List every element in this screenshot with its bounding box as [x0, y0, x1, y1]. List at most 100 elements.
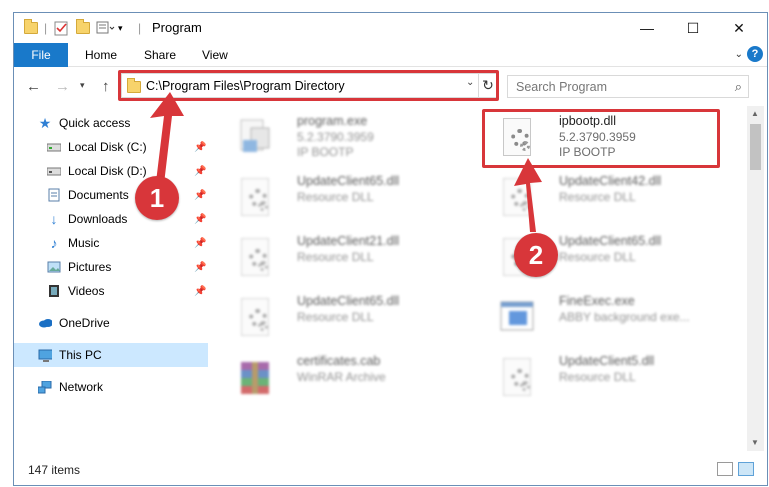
navigation-bar: ← → ▾ ↑ C:\Program Files\Program Directo… — [14, 68, 767, 104]
details-view-icon[interactable] — [717, 462, 733, 476]
sidebar-item-videos[interactable]: Videos 📌 — [14, 279, 208, 303]
drive-icon — [47, 164, 61, 178]
chevron-down-icon[interactable]: ⌄ — [735, 49, 743, 60]
file-name: UpdateClient42.dll — [559, 174, 662, 188]
item-count: 147 items — [28, 463, 81, 477]
file-item[interactable]: UpdateClient5.dll Resource DLL — [491, 350, 731, 408]
sidebar-item-label: Quick access — [59, 116, 131, 130]
download-icon: ↓ — [50, 211, 58, 227]
navigation-pane: ★ Quick access Local Disk (C:) 📌 Local D… — [14, 108, 208, 448]
pin-icon[interactable]: 📌 — [194, 142, 206, 153]
file-item[interactable]: certificates.cab WinRAR Archive — [229, 350, 469, 408]
file-description: Resource DLL — [297, 190, 374, 204]
tab-view[interactable]: View — [202, 43, 228, 67]
back-arrow-icon[interactable]: ← — [26, 78, 41, 95]
file-item[interactable]: program.exe 5.2.3790.3959 IP BOOTP — [229, 110, 469, 168]
minimize-button[interactable]: — — [624, 13, 670, 43]
file-name: UpdateClient21.dll — [297, 234, 400, 248]
search-placeholder: Search Program — [516, 80, 608, 94]
sidebar-item-local-disk-c[interactable]: Local Disk (C:) 📌 — [14, 135, 208, 159]
step-1-badge: 1 — [135, 176, 179, 220]
search-icon[interactable]: ⌕ — [735, 79, 742, 95]
dll-gear-icon — [237, 176, 273, 220]
file-item[interactable]: UpdateClient65.dll Resource DLL — [229, 290, 469, 348]
pin-icon[interactable]: 📌 — [194, 286, 206, 297]
drive-icon — [47, 140, 61, 154]
pictures-icon — [47, 260, 61, 274]
window-title: Program — [152, 20, 202, 35]
properties-icon[interactable] — [54, 19, 69, 37]
new-folder-icon[interactable] — [76, 19, 90, 37]
chevron-down-icon[interactable]: ▾ — [118, 19, 123, 37]
forward-arrow-icon[interactable]: → — [55, 78, 70, 95]
scroll-up-icon[interactable]: ▲ — [751, 109, 759, 118]
network-icon — [38, 380, 52, 394]
sidebar-item-music[interactable]: ♪ Music 📌 — [14, 231, 208, 255]
help-icon[interactable]: ? — [747, 46, 763, 62]
sidebar-item-label: Local Disk (C:) — [68, 140, 147, 154]
sidebar-item-label: Documents — [68, 188, 129, 202]
separator: | — [138, 21, 142, 35]
customize-toolbar-icon[interactable] — [96, 19, 116, 37]
tab-home[interactable]: Home — [85, 43, 117, 67]
star-icon: ★ — [38, 114, 52, 131]
file-item[interactable]: UpdateClient42.dll Resource DLL — [491, 170, 731, 228]
pin-icon[interactable]: 📌 — [194, 166, 206, 177]
exe-icon — [237, 116, 273, 160]
dll-gear-icon — [237, 236, 273, 280]
separator: | — [44, 21, 48, 35]
pin-icon[interactable]: 📌 — [194, 238, 206, 249]
file-item[interactable]: UpdateClient65.dll Resource DLL — [229, 170, 469, 228]
sidebar-item-label: Local Disk (D:) — [68, 164, 147, 178]
maximize-button[interactable]: ☐ — [670, 13, 716, 43]
file-description: Resource DLL — [559, 250, 636, 264]
sidebar-item-network[interactable]: Network — [14, 375, 208, 399]
explorer-window: | ▾ | Program — ☐ ✕ File Home Share View… — [13, 12, 768, 486]
file-name: UpdateClient65.dll — [297, 174, 400, 188]
computer-icon — [38, 348, 52, 362]
scroll-down-icon[interactable]: ▼ — [751, 438, 759, 447]
file-highlight-box — [482, 109, 720, 168]
recent-locations-icon[interactable]: ▾ — [80, 80, 85, 91]
exe-window-icon — [499, 296, 535, 340]
sidebar-item-quick-access[interactable]: ★ Quick access — [14, 111, 208, 135]
file-description: Resource DLL — [559, 190, 636, 204]
tab-file[interactable]: File — [14, 43, 68, 67]
folder-icon — [24, 19, 38, 37]
vertical-scrollbar[interactable]: ▲ ▼ — [747, 106, 764, 451]
close-button[interactable]: ✕ — [716, 13, 762, 43]
documents-icon — [47, 188, 61, 202]
file-item[interactable]: FineExec.exe ABBY background exe... — [491, 290, 731, 348]
file-description: Resource DLL — [297, 250, 374, 264]
large-icons-view-icon[interactable] — [738, 462, 754, 476]
videos-icon — [47, 284, 61, 298]
search-input[interactable]: Search Program ⌕ — [507, 75, 749, 98]
status-bar: 147 items — [14, 453, 767, 483]
sidebar-item-pictures[interactable]: Pictures 📌 — [14, 255, 208, 279]
file-description: Resource DLL — [297, 310, 374, 324]
file-name: FineExec.exe — [559, 294, 635, 308]
up-arrow-icon[interactable]: ↑ — [102, 78, 110, 95]
file-description: Resource DLL — [559, 370, 636, 384]
dll-gear-icon — [237, 296, 273, 340]
sidebar-item-this-pc[interactable]: This PC — [14, 343, 208, 367]
pin-icon[interactable]: 📌 — [194, 214, 206, 225]
sidebar-item-label: Network — [59, 380, 104, 394]
file-name: UpdateClient65.dll — [297, 294, 400, 308]
sidebar-item-onedrive[interactable]: OneDrive — [14, 311, 208, 335]
scrollbar-thumb[interactable] — [750, 124, 761, 170]
pin-icon[interactable]: 📌 — [194, 262, 206, 273]
sidebar-item-label: Pictures — [68, 260, 112, 274]
step-2-badge: 2 — [514, 233, 558, 277]
sidebar-item-label: Music — [68, 236, 100, 250]
title-bar: | ▾ | Program — ☐ ✕ — [14, 13, 767, 43]
sidebar-item-local-disk-d[interactable]: Local Disk (D:) 📌 — [14, 159, 208, 183]
file-item[interactable]: UpdateClient21.dll Resource DLL — [229, 230, 469, 288]
sidebar-item-label: This PC — [59, 348, 102, 362]
cloud-icon — [38, 316, 52, 330]
pin-icon[interactable]: 📌 — [194, 190, 206, 201]
dll-gear-icon — [499, 356, 535, 400]
sidebar-item-downloads[interactable]: ↓ Downloads 📌 — [14, 207, 208, 231]
tab-share[interactable]: Share — [144, 43, 176, 67]
music-icon: ♪ — [50, 235, 58, 251]
